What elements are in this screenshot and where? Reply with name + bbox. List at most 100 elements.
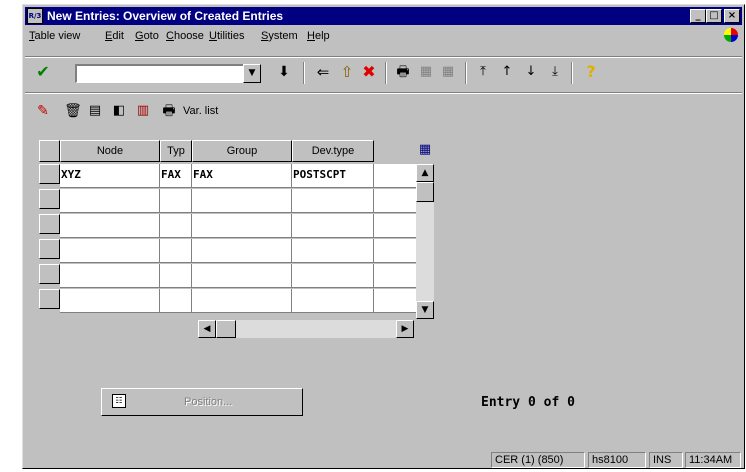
cell-group[interactable] <box>192 189 292 213</box>
column-header-typ[interactable]: Typ <box>160 140 192 162</box>
sap-window: R/3 New Entries: Overview of Created Ent… <box>22 4 745 469</box>
separator <box>25 56 742 58</box>
cell-filler <box>374 189 416 213</box>
find-next-icon: ▦ <box>441 64 455 79</box>
cell-dev-type[interactable] <box>292 289 374 313</box>
exit-icon[interactable]: ⇧ <box>337 62 357 82</box>
print-icon[interactable]: 🖶 <box>159 101 179 121</box>
status-bar: CER (1) (850) hs8100 INS 11:34AM <box>25 450 742 468</box>
cell-node[interactable]: XYZ <box>60 164 160 188</box>
select-block-icon[interactable]: ◧ <box>109 101 129 121</box>
cell-group[interactable] <box>192 239 292 263</box>
menu-goto[interactable]: Goto <box>135 30 159 42</box>
row-selector[interactable] <box>39 239 60 259</box>
delete-icon[interactable]: 🗑 <box>63 101 83 121</box>
cell-dev-type[interactable] <box>292 239 374 263</box>
select-all-rows-button[interactable] <box>39 140 60 162</box>
last-page-icon[interactable]: ⤓ <box>545 62 565 82</box>
menu-help[interactable]: Help <box>307 30 330 42</box>
scroll-down-button[interactable]: ▼ <box>416 301 434 319</box>
window-title: New Entries: Overview of Created Entries <box>47 9 284 23</box>
deselect-all-icon[interactable]: ▥ <box>133 101 153 121</box>
cancel-icon[interactable]: ✖ <box>359 62 379 82</box>
first-page-icon[interactable]: ⤒ <box>473 62 493 82</box>
menu-bar: Table view Edit Goto Choose Utilities Sy… <box>25 27 742 45</box>
row-selector[interactable] <box>39 264 60 284</box>
cell-group[interactable] <box>192 289 292 313</box>
cell-node[interactable] <box>60 289 160 313</box>
standard-toolbar: ✔ ▼ ⬇ ⇐ ⇧ ✖ 🖶 ▦ ▦ ⤒ ↑ ↓ ⤓ ? <box>25 62 742 92</box>
cell-group[interactable]: FAX <box>192 164 292 188</box>
table-settings-icon[interactable]: ▦ <box>416 141 434 159</box>
display-change-icon[interactable]: ✎ <box>33 101 53 121</box>
vertical-scroll-thumb[interactable] <box>416 182 434 202</box>
toolbar-separator <box>303 62 305 84</box>
header-filler <box>374 140 416 162</box>
sap-app-icon[interactable]: R/3 <box>27 8 43 24</box>
maximize-button[interactable]: □ <box>706 9 722 23</box>
status-system[interactable]: CER (1) (850) <box>491 452 585 468</box>
sap-globe-icon[interactable] <box>724 28 738 42</box>
cell-dev-type[interactable]: POSTSCPT <box>292 164 374 188</box>
horizontal-scrollbar[interactable]: ◀ ▶ <box>198 320 414 338</box>
column-header-dev-type[interactable]: Dev.type <box>292 140 374 162</box>
save-icon[interactable]: ⬇ <box>274 62 294 82</box>
cell-typ[interactable]: FAX <box>160 164 192 188</box>
check-enter-icon[interactable]: ✔ <box>33 62 53 82</box>
back-icon[interactable]: ⇐ <box>313 62 333 82</box>
vertical-scrollbar[interactable]: ▲ ▼ <box>416 164 434 319</box>
previous-page-icon[interactable]: ↑ <box>497 62 517 82</box>
cell-typ[interactable] <box>160 189 192 213</box>
table-control: Node Typ Group Dev.type ▦ XYZ FAX FAX PO… <box>38 140 442 340</box>
column-header-node[interactable]: Node <box>60 140 160 162</box>
cell-dev-type[interactable] <box>292 264 374 288</box>
status-server[interactable]: hs8100 <box>588 452 646 468</box>
cell-group[interactable] <box>192 264 292 288</box>
cell-typ[interactable] <box>160 239 192 263</box>
cell-node[interactable] <box>60 189 160 213</box>
cell-filler <box>374 214 416 238</box>
print-icon[interactable]: 🖶 <box>393 62 413 82</box>
menu-system[interactable]: System <box>261 30 298 42</box>
cell-typ[interactable] <box>160 289 192 313</box>
cell-dev-type[interactable] <box>292 189 374 213</box>
toolbar-separator <box>385 62 387 84</box>
cell-typ[interactable] <box>160 264 192 288</box>
status-mode[interactable]: INS <box>649 452 683 468</box>
close-button[interactable]: × <box>724 9 740 23</box>
entry-counter: Entry 0 of 0 <box>481 395 575 410</box>
horizontal-scroll-thumb[interactable] <box>216 320 236 338</box>
command-field[interactable] <box>75 64 261 83</box>
cell-node[interactable] <box>60 264 160 288</box>
row-selector[interactable] <box>39 189 60 209</box>
var-list-button[interactable]: Var. list <box>183 105 218 117</box>
minimize-button[interactable]: _ <box>690 9 706 23</box>
cell-node[interactable] <box>60 214 160 238</box>
scroll-up-button[interactable]: ▲ <box>416 164 434 182</box>
separator <box>25 92 742 94</box>
cell-dev-type[interactable] <box>292 214 374 238</box>
title-bar: R/3 New Entries: Overview of Created Ent… <box>25 7 742 25</box>
menu-choose[interactable]: Choose <box>166 30 204 42</box>
help-icon[interactable]: ? <box>581 62 601 82</box>
position-icon: ☷ <box>112 394 126 408</box>
cell-typ[interactable] <box>160 214 192 238</box>
select-all-icon[interactable]: ▤ <box>85 101 105 121</box>
application-toolbar: ✎ 🗑 ▤ ◧ ▥ 🖶 Var. list <box>25 99 742 123</box>
menu-table-view[interactable]: Table view <box>29 30 80 42</box>
toolbar-separator <box>465 62 467 84</box>
toolbar-separator <box>571 62 573 84</box>
cell-node[interactable] <box>60 239 160 263</box>
row-selector[interactable] <box>39 164 60 184</box>
scroll-left-button[interactable]: ◀ <box>198 320 216 338</box>
cell-group[interactable] <box>192 214 292 238</box>
row-selector[interactable] <box>39 214 60 234</box>
menu-edit[interactable]: Edit <box>105 30 124 42</box>
menu-utilities[interactable]: Utilities <box>209 30 244 42</box>
row-selector[interactable] <box>39 289 60 309</box>
column-header-group[interactable]: Group <box>192 140 292 162</box>
next-page-icon[interactable]: ↓ <box>521 62 541 82</box>
position-button[interactable]: ☷ Position... <box>101 388 303 416</box>
command-dropdown-button[interactable]: ▼ <box>243 64 261 83</box>
scroll-right-button[interactable]: ▶ <box>396 320 414 338</box>
